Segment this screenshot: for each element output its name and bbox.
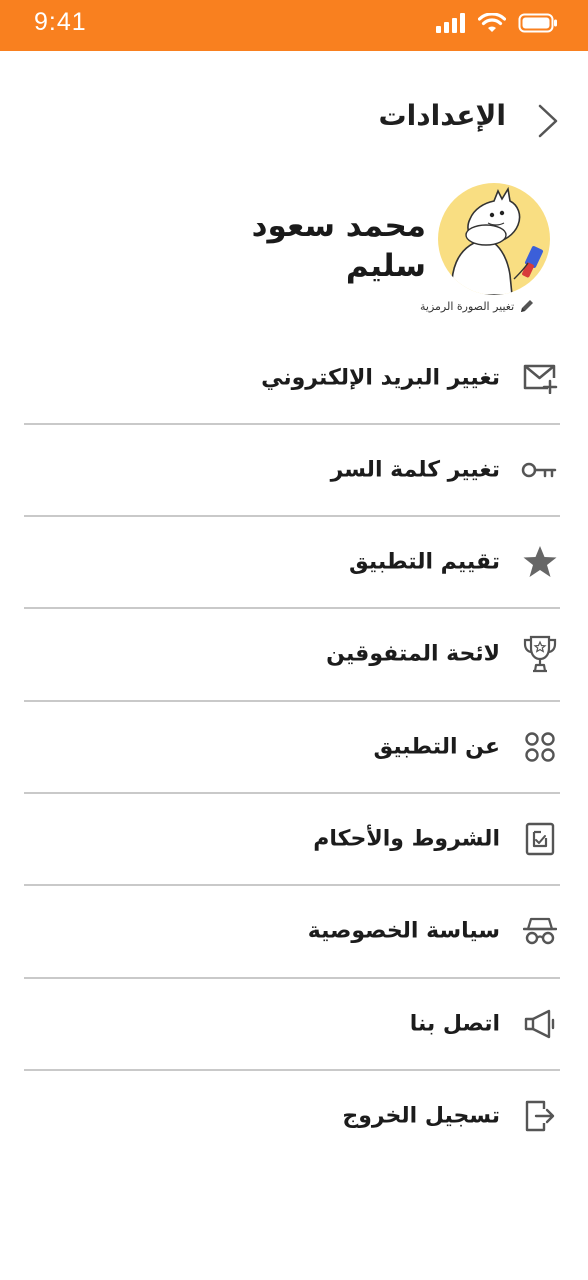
key-icon xyxy=(520,450,560,490)
moomin-avatar-icon xyxy=(450,186,544,295)
menu-label: تغيير البريد الإلكتروني xyxy=(261,365,500,391)
menu-item-logout[interactable]: تسجيل الخروج xyxy=(24,1070,560,1162)
menu-item-terms[interactable]: الشروط والأحكام xyxy=(24,793,560,885)
menu-label: تسجيل الخروج xyxy=(342,1103,500,1129)
logout-icon xyxy=(520,1096,560,1136)
menu-item-privacy[interactable]: سياسة الخصوصية xyxy=(24,885,560,977)
menu-label: تقييم التطبيق xyxy=(349,549,500,575)
megaphone-icon xyxy=(520,1004,560,1044)
user-name: محمد سعود سليم xyxy=(251,208,426,284)
menu-label: تغيير كلمة السر xyxy=(330,457,500,483)
menu-item-contact-us[interactable]: اتصل بنا xyxy=(24,978,560,1070)
menu-item-change-password[interactable]: تغيير كلمة السر xyxy=(24,424,560,516)
menu-item-leaderboard[interactable]: لائحة المتفوقين xyxy=(24,608,560,700)
signal-icon xyxy=(436,13,465,33)
trophy-icon xyxy=(520,634,560,674)
pencil-icon xyxy=(521,300,534,312)
wifi-icon xyxy=(478,12,506,32)
battery-icon xyxy=(518,13,557,33)
menu-item-rate-app[interactable]: تقييم التطبيق xyxy=(24,516,560,608)
menu-item-change-email[interactable]: تغيير البريد الإلكتروني xyxy=(24,332,560,424)
menu-item-about-app[interactable]: عن التطبيق xyxy=(24,701,560,793)
incognito-icon xyxy=(520,911,560,951)
change-avatar-label: تغيير الصورة الرمزية xyxy=(420,299,515,313)
apps-grid-icon xyxy=(520,727,560,767)
page-title: الإعدادات xyxy=(378,99,506,132)
avatar[interactable] xyxy=(438,183,550,295)
menu-label: اتصل بنا xyxy=(409,1011,500,1037)
status-time: 9:41 xyxy=(34,8,87,36)
star-icon xyxy=(520,542,560,582)
status-bar: 9:41 xyxy=(0,0,588,51)
status-icons xyxy=(436,11,558,35)
change-avatar-link[interactable]: تغيير الصورة الرمزية xyxy=(420,296,536,316)
menu-label: سياسة الخصوصية xyxy=(307,918,500,944)
document-check-icon xyxy=(520,819,560,859)
mail-plus-icon xyxy=(520,358,560,398)
menu-label: عن التطبيق xyxy=(373,734,501,760)
menu-label: الشروط والأحكام xyxy=(313,826,500,852)
menu-label: لائحة المتفوقين xyxy=(326,641,500,667)
chevron-right-icon[interactable] xyxy=(532,103,564,139)
